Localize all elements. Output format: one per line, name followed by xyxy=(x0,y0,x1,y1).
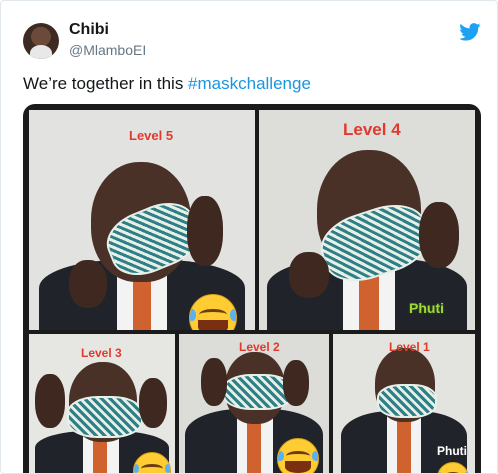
hand xyxy=(419,202,459,268)
hand xyxy=(201,358,227,406)
level-label: Level 4 xyxy=(343,120,401,139)
author-name[interactable]: Chibi xyxy=(69,21,109,39)
hand xyxy=(289,252,329,298)
hand xyxy=(139,378,167,428)
watermark: Phuti xyxy=(437,444,467,458)
hand xyxy=(69,260,107,308)
media-panel-level-5[interactable]: Level 5 xyxy=(29,110,255,330)
level-label: Level 2 xyxy=(239,340,280,354)
media-panel-level-4[interactable]: Level 4 Phuti xyxy=(259,110,475,330)
media-panel-level-2[interactable]: Level 2 xyxy=(179,334,329,473)
hand xyxy=(35,374,65,428)
tweet-card: Chibi @MlamboEI We’re together in this #… xyxy=(0,0,498,474)
watermark: Phuti xyxy=(409,300,444,316)
media-panel-level-3[interactable]: Level 3 xyxy=(29,334,175,473)
tie xyxy=(397,419,411,473)
hashtag-link[interactable]: #maskchallenge xyxy=(188,74,311,93)
face-mask xyxy=(67,396,143,438)
laughing-emoji-icon xyxy=(277,438,319,473)
tie xyxy=(93,437,107,473)
hand xyxy=(283,360,309,406)
tie xyxy=(247,421,261,473)
author-handle[interactable]: @MlamboEI xyxy=(69,42,146,58)
level-label: Level 5 xyxy=(129,128,174,143)
media-panel-level-1[interactable]: Level 1 Phuti xyxy=(333,334,475,473)
tweet-media-collage[interactable]: Level 5 Level 4 Phuti Level 3 Level 2 Le… xyxy=(23,104,481,473)
level-label: Level 1 xyxy=(389,340,430,354)
twitter-bird-icon[interactable] xyxy=(459,23,481,41)
avatar[interactable] xyxy=(23,23,59,59)
face-mask xyxy=(377,384,437,418)
level-label: Level 3 xyxy=(81,346,122,360)
tweet-text-prefix: We’re together in this xyxy=(23,74,189,93)
hand xyxy=(187,196,223,266)
tweet-text: We’re together in this #maskchallenge xyxy=(23,74,311,94)
